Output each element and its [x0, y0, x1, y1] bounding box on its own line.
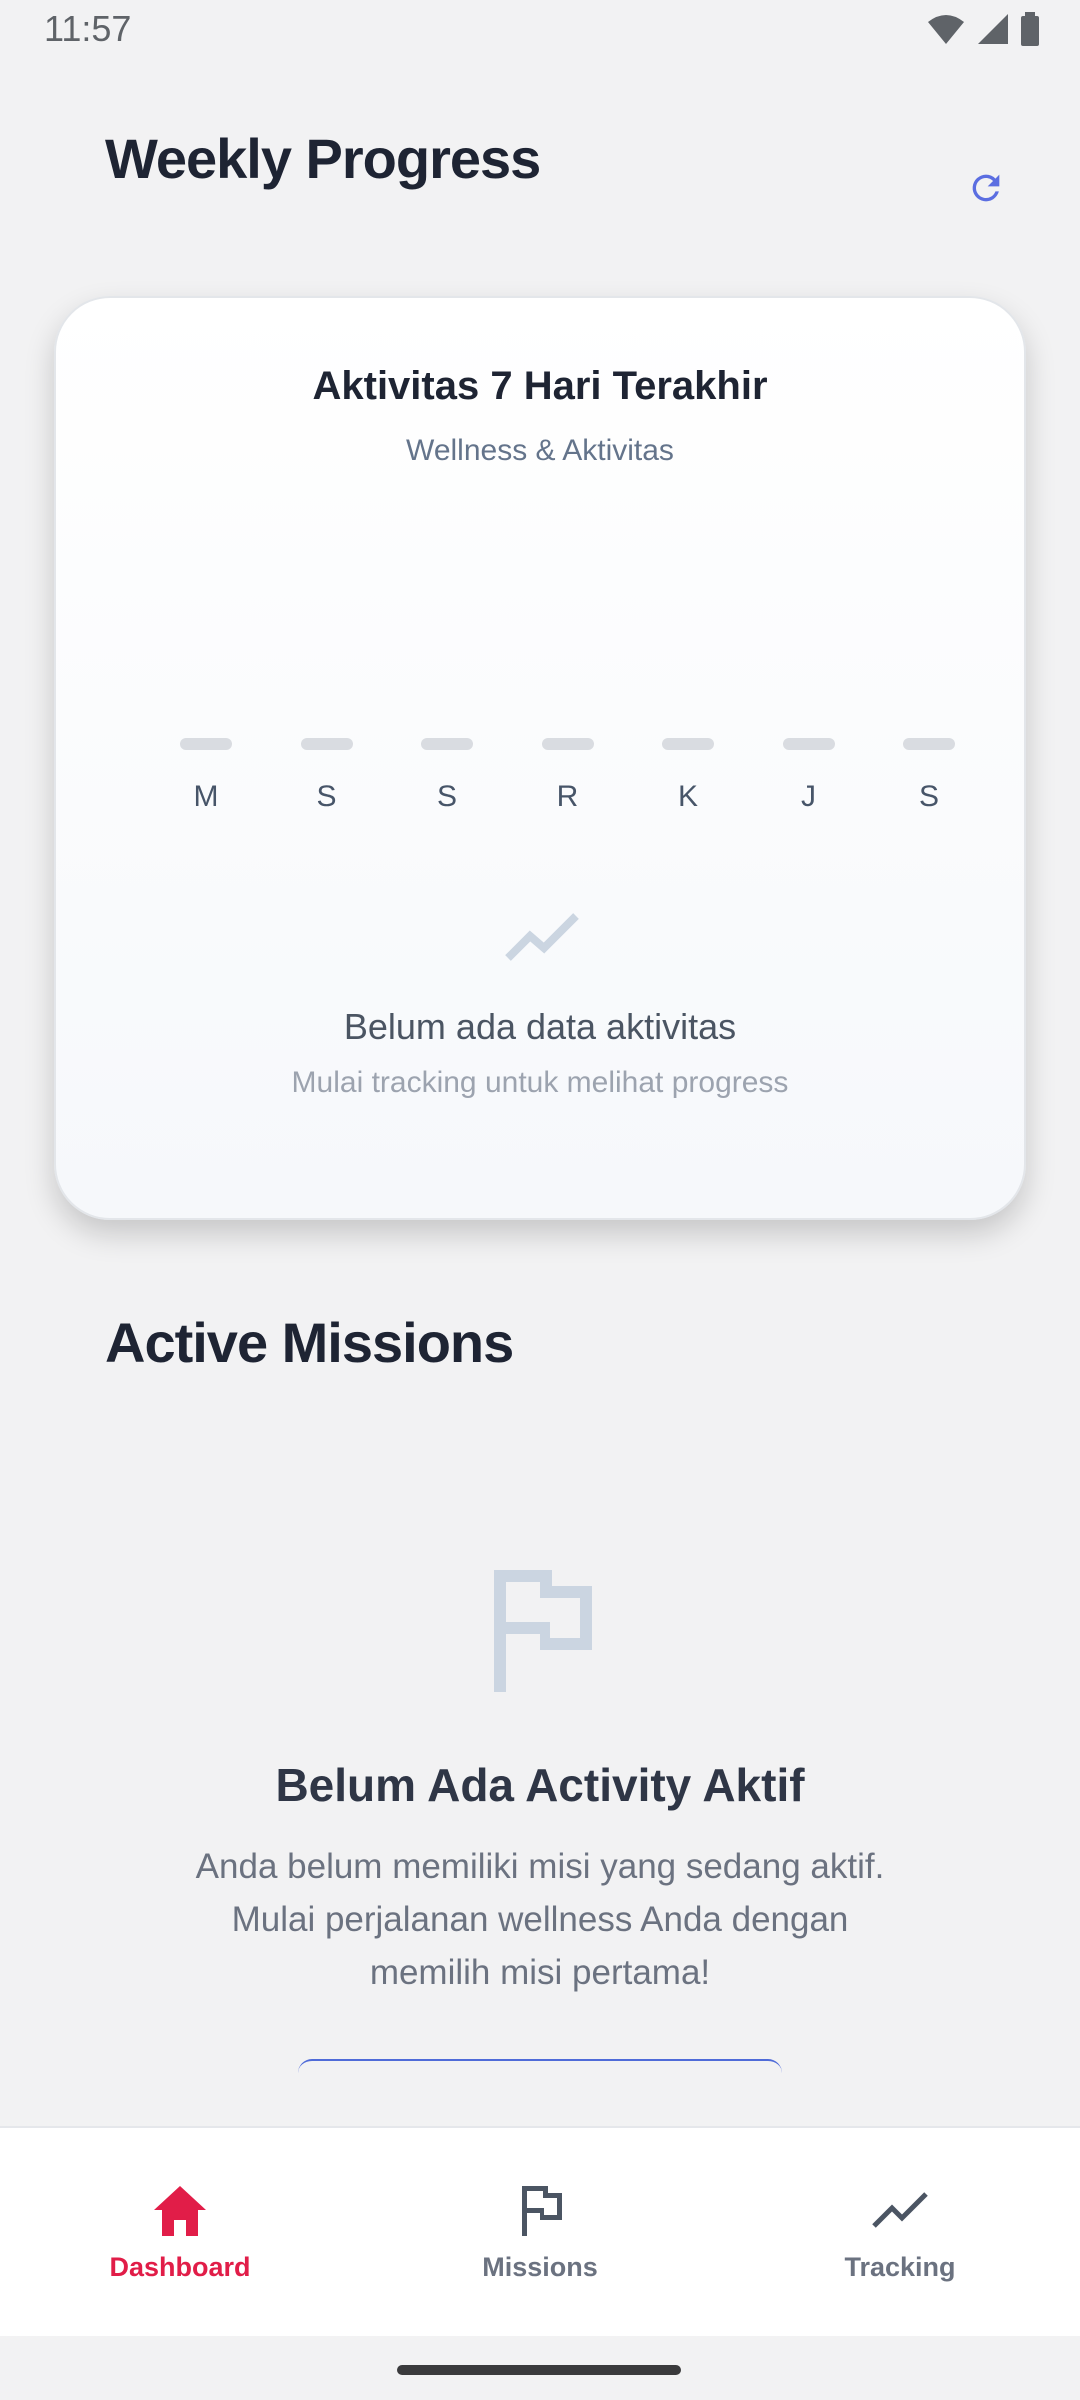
gesture-bar[interactable] [397, 2365, 681, 2375]
weekly-activity-card: Aktivitas 7 Hari Terakhir Wellness & Akt… [54, 296, 1026, 1220]
refresh-button[interactable] [966, 168, 1006, 208]
day-label: R [556, 780, 579, 813]
status-bar: 11:57 [0, 0, 1080, 62]
empty-chart-subtitle: Mulai tracking untuk melihat progress [291, 1066, 789, 1099]
status-time: 11:57 [44, 8, 132, 49]
activity-bar [421, 738, 473, 750]
empty-missions-desc-line: Anda belum memiliki misi yang sedang akt… [195, 1847, 885, 1886]
signal-icon [978, 14, 1008, 44]
day-label: M [193, 780, 219, 813]
flag-icon [494, 1570, 592, 1692]
activity-bar [903, 738, 955, 750]
flag-icon [522, 2186, 562, 2236]
activity-bar [180, 738, 232, 750]
nav-label-missions: Missions [482, 2252, 598, 2282]
chart-subtitle: Wellness & Aktivitas [406, 434, 674, 467]
day-label: S [316, 780, 337, 813]
nav-tracking[interactable]: Tracking [750, 2128, 1050, 2338]
empty-missions-desc-line: memilih misi pertama! [369, 1953, 711, 1992]
refresh-icon [972, 174, 1000, 202]
status-icons [926, 12, 1040, 46]
start-mission-button[interactable] [298, 2059, 782, 2073]
active-missions-title: Active Missions [105, 1311, 514, 1374]
nav-label-dashboard: Dashboard [109, 2252, 251, 2282]
day-label: J [801, 780, 816, 813]
activity-bar-chart: MSSRKJS [56, 738, 1024, 858]
trending-icon [505, 913, 579, 961]
activity-bar [300, 738, 353, 750]
chart-title: Aktivitas 7 Hari Terakhir [312, 364, 768, 408]
activity-bar [662, 738, 714, 750]
page-title: Weekly Progress [105, 127, 541, 190]
empty-chart-title: Belum ada data aktivitas [343, 1006, 737, 1047]
wifi-icon [928, 15, 964, 44]
empty-missions-desc-line: Mulai perjalanan wellness Anda dengan [231, 1900, 849, 1939]
activity-bar [782, 738, 835, 750]
day-label: S [436, 780, 457, 813]
nav-missions[interactable]: Missions [390, 2128, 690, 2338]
empty-missions-title: Belum Ada Activity Aktif [275, 1759, 805, 1811]
battery-icon [1021, 12, 1039, 46]
nav-label-tracking: Tracking [844, 2252, 956, 2282]
bottom-navigation: Dashboard Missions Tracking [0, 2126, 1080, 2338]
empty-missions-description: Anda belum memiliki misi yang sedang akt… [140, 1840, 940, 1999]
activity-bar [541, 738, 594, 750]
day-label: K [677, 780, 698, 813]
home-icon [154, 2186, 206, 2236]
nav-dashboard[interactable]: Dashboard [30, 2128, 330, 2338]
day-label: S [918, 780, 939, 813]
trending-icon [872, 2192, 928, 2228]
